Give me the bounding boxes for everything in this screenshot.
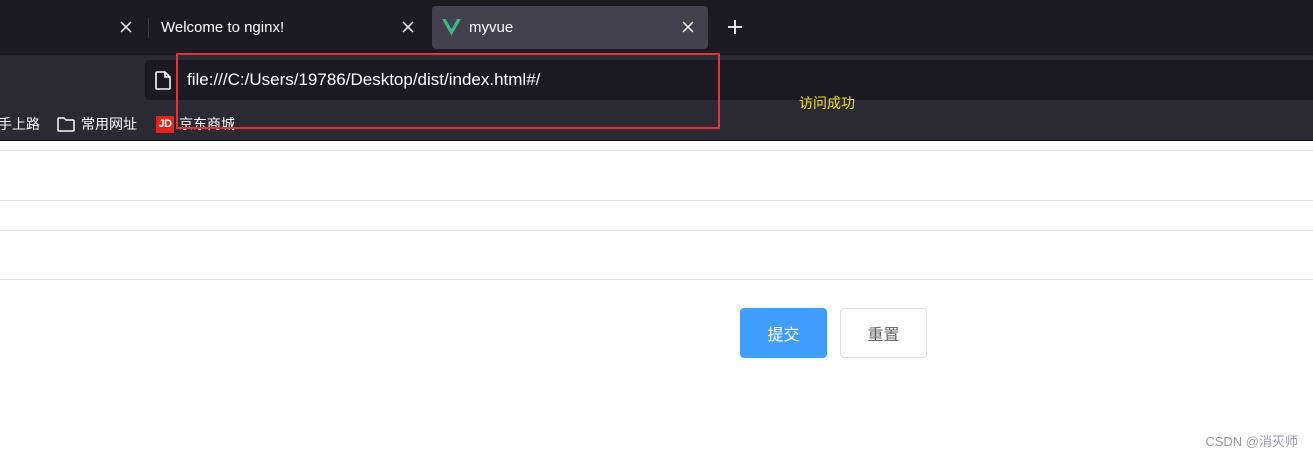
form-row-divider (0, 200, 1313, 201)
new-tab-button[interactable] (724, 16, 746, 38)
form-row-divider (0, 279, 1313, 280)
close-icon[interactable] (398, 17, 418, 37)
tab-partial[interactable] (0, 6, 148, 49)
page-icon (155, 71, 171, 90)
annotation-highlight-box (176, 53, 720, 129)
tab-title: myvue (469, 19, 514, 36)
watermark: CSDN @消灭师 (1205, 434, 1298, 449)
toolbar-divider (0, 140, 1313, 141)
bookmark-item[interactable]: 手上路 (0, 114, 40, 134)
bookmark-label: 常用网址 (81, 116, 137, 132)
close-icon[interactable] (116, 17, 136, 37)
folder-icon (57, 116, 75, 132)
jd-logo-icon: JD (156, 115, 174, 133)
tab-strip: Welcome to nginx! myvue (0, 0, 1313, 55)
tab-title: Welcome to nginx! (161, 19, 285, 36)
tab-myvue[interactable]: myvue (432, 6, 708, 49)
plus-icon (728, 20, 742, 34)
tab-separator (148, 18, 149, 38)
submit-button[interactable]: 提交 (740, 308, 827, 358)
tab-welcome-to-nginx[interactable]: Welcome to nginx! (150, 6, 428, 49)
annotation-text: 访问成功 (799, 95, 855, 111)
form-row-divider (0, 230, 1313, 231)
close-icon[interactable] (678, 17, 698, 37)
reset-button[interactable]: 重置 (840, 308, 927, 358)
vue-logo-icon (442, 19, 461, 36)
bookmark-folder[interactable]: 常用网址 (57, 114, 137, 134)
bookmark-label: 手上路 (0, 116, 40, 132)
form-row-divider (0, 150, 1313, 151)
